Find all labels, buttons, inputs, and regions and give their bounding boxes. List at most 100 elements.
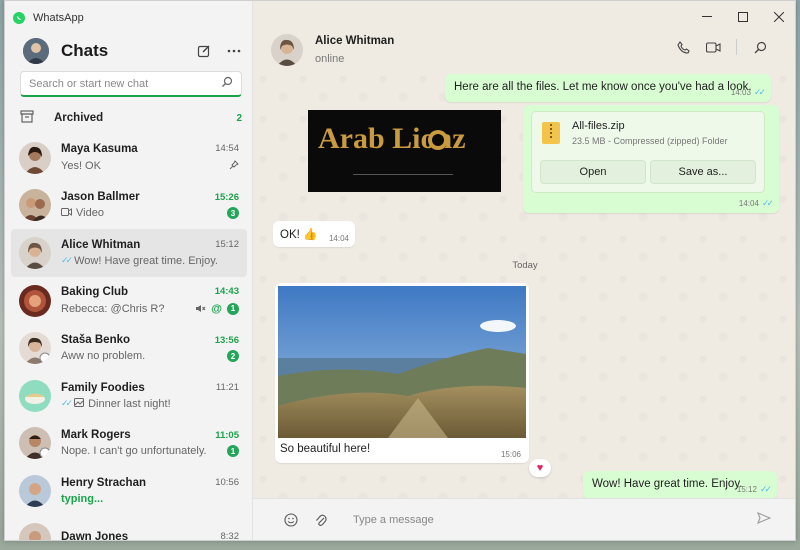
read-ticks-icon: ✓✓ [753,87,766,97]
pin-icon [229,159,239,173]
chat-name: Mark Rogers [61,429,131,442]
divider [736,39,737,55]
avatar [19,189,51,222]
chat-time: 11:21 [215,382,239,394]
message-time: 14:04 [328,234,349,243]
message-text: Here are all the files. Let me know once… [454,81,752,93]
conversation-actions [668,39,775,55]
open-file-button[interactable]: Open [540,160,646,184]
file-meta: 23.5 MB - Compressed (zipped) Folder [572,136,728,146]
window-controls [689,1,795,33]
chat-name: Jason Ballmer [61,191,140,204]
file-attachment[interactable]: All-files.zip 23.5 MB - Compressed (zipp… [531,111,765,193]
chat-preview: Yes! OK [61,159,101,172]
chat-item-baking-club[interactable]: Baking Club 14:43 Rebecca: @Chris R? @ 1 [11,277,247,325]
attach-icon[interactable] [311,510,331,530]
archive-icon [20,110,34,126]
chat-preview: Nope. I can't go unfortunately. [61,445,207,458]
archived-count: 2 [236,112,242,124]
maximize-icon[interactable] [725,1,761,33]
heart-reaction[interactable]: ♥ [529,459,551,477]
mention-badge: @ [211,302,222,315]
conversation-pane: Alice Whitman online Here are all the fi… [253,1,795,540]
avatar [19,332,51,365]
zip-file-icon [542,122,560,144]
chat-name: Henry Strachan [61,476,147,489]
shared-logo-image[interactable]: Arab Lionz [308,110,501,192]
archived-label: Archived [54,112,104,124]
send-icon[interactable] [757,511,772,527]
file-message-bubble: All-files.zip 23.5 MB - Compressed (zipp… [523,105,779,213]
chats-title: Chats [61,41,109,60]
emoji-icon[interactable] [281,510,301,530]
message-time: 15:12 [736,485,757,494]
my-avatar[interactable] [23,38,49,64]
message-text: OK! 👍 [280,229,318,241]
avatar [19,427,51,460]
search-icon[interactable] [221,76,233,91]
avatar [19,474,51,507]
landscape-photo[interactable] [278,286,526,438]
chat-item-stasa-benko[interactable]: Staša Benko 13:56 Aww no problem. 2 [11,324,247,372]
avatar [19,236,51,269]
chat-preview: typing... [61,492,104,505]
chat-time: 15:26 [214,191,239,203]
read-ticks-icon: ✓✓ [761,198,774,208]
avatar [19,522,51,540]
chat-name: Staša Benko [61,334,131,347]
voice-call-icon[interactable] [668,40,698,54]
video-call-icon[interactable] [698,41,728,53]
save-as-button[interactable]: Save as... [650,160,756,184]
contact-status: online [315,53,345,65]
chat-time: 14:43 [214,286,239,298]
chat-preview: Video [76,207,104,220]
message-input[interactable] [353,513,757,526]
file-name: All-files.zip [572,120,625,132]
conversation-header[interactable]: Alice Whitman online [253,31,795,69]
chat-preview-row: ✓✓ Wow! Have great time. Enjoy. [61,255,218,267]
chat-item-dawn-jones[interactable]: Dawn Jones 8:32 [11,515,247,541]
read-ticks-icon: ✓✓ [759,484,772,494]
chat-item-jason-ballmer[interactable]: Jason Ballmer 15:26 Video 3 [11,182,247,230]
avatar [19,141,51,174]
search-input[interactable] [29,77,221,90]
message-bubble-incoming[interactable]: OK! 👍 14:04 [273,221,355,247]
app-title-bar: WhatsApp [13,10,84,26]
chat-time: 13:56 [214,334,239,346]
chat-item-mark-rogers[interactable]: Mark Rogers 11:05 Nope. I can't go unfort… [11,420,247,468]
chat-name: Maya Kasuma [61,142,138,155]
more-options-icon[interactable] [223,40,245,62]
search-icon[interactable] [745,41,775,54]
chat-item-family-foodies[interactable]: Family Foodies 11:21 ✓✓ Dinner last night… [11,372,247,420]
sidebar: WhatsApp Chats Archived 2 [5,1,253,540]
message-area: Here are all the files. Let me know once… [253,69,795,499]
read-ticks-icon: ✓✓ [61,255,73,266]
day-separator: Today [512,260,538,271]
chat-name: Baking Club [61,285,129,298]
message-bubble-outgoing[interactable]: Wow! Have great time. Enjoy. 15:12 ✓✓ [583,471,777,499]
new-chat-icon[interactable] [193,40,215,62]
message-text: Wow! Have great time. Enjoy. [592,478,743,490]
search-box [20,71,242,97]
chat-name: Dawn Jones [61,530,129,541]
muted-icon [195,302,206,316]
minimize-icon[interactable] [689,1,725,33]
app-title: WhatsApp [33,12,84,24]
unread-badge: 3 [227,207,239,220]
message-time: 14:04 [738,199,759,208]
whatsapp-logo-icon [13,12,25,24]
message-bubble-outgoing[interactable]: Here are all the files. Let me know once… [445,74,771,102]
chat-item-henry-strachan[interactable]: Henry Strachan 10:56 typing... [11,467,247,515]
chat-name: Alice Whitman [61,238,141,251]
close-icon[interactable] [761,1,795,33]
chat-item-maya-kasuma[interactable]: Maya Kasuma 14:54 Yes! OK [11,134,247,182]
photo-caption: So beautiful here! [280,443,371,455]
contact-name: Alice Whitman [315,35,395,47]
chat-preview-row: ✓✓ Dinner last night! [61,397,171,410]
chat-preview: Rebecca: @Chris R? [61,302,165,315]
photo-message-bubble[interactable]: So beautiful here! 15:06 [275,283,529,463]
contact-avatar[interactable] [271,34,303,66]
chat-item-alice-whitman[interactable]: Alice Whitman 15:12 ✓✓ Wow! Have great ti… [11,229,247,277]
chat-time: 14:54 [215,143,239,155]
archived-row[interactable]: Archived 2 [20,107,242,129]
